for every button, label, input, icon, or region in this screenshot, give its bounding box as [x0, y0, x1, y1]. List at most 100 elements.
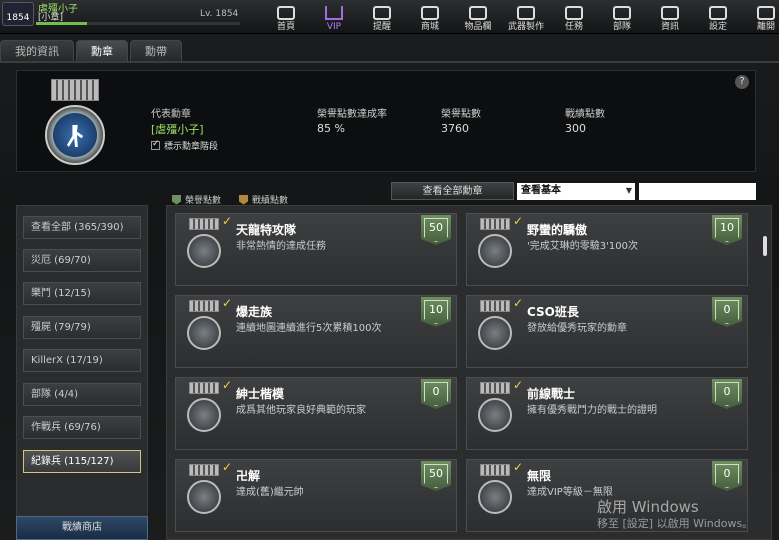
checkmark-icon: ✓ [513, 214, 524, 228]
nav-clan[interactable]: 部隊 [598, 0, 646, 32]
nav-inventory-label: 物品欄 [464, 22, 492, 32]
medal-points: 50 [429, 221, 443, 234]
game-window: 1854 虐殭小子 [小章] Lv. 1854 首頁 VIP 提醒 商城 物品欄… [0, 0, 779, 540]
points-shield-icon: 0 [421, 379, 451, 409]
nav-inventory[interactable]: 物品欄 [454, 0, 502, 32]
nav-exit[interactable]: 離開 [742, 0, 779, 32]
medal-points: 0 [723, 385, 731, 398]
nav-clan-label: 部隊 [612, 22, 631, 32]
checkmark-icon: ✓ [513, 460, 524, 474]
battle-value: 300 [565, 122, 586, 135]
level-badge-icon: 1854 [2, 2, 34, 26]
medal-card[interactable]: ✓ CSO班長 發放給優秀玩家的勳章 0 [466, 295, 748, 368]
help-icon[interactable]: ? [735, 75, 749, 89]
rep-medal-name: [虐殭小子] [151, 123, 204, 136]
clan-icon [613, 6, 631, 20]
representative-medal-icon [45, 79, 105, 167]
medal-icon [184, 218, 224, 282]
honor-value: 3760 [441, 122, 469, 135]
rep-medal-label: 代表勳章 [151, 109, 191, 120]
medal-title: 卍解 [236, 469, 261, 483]
nav-mission[interactable]: 任務 [550, 0, 598, 32]
medal-title: 野蠻的驕傲 [527, 223, 588, 237]
medal-icon [184, 464, 224, 528]
medal-desc: 連續地圖連續進行5次累積100次 [236, 323, 382, 334]
top-bar: 1854 虐殭小子 [小章] Lv. 1854 首頁 VIP 提醒 商城 物品欄… [0, 0, 779, 34]
tab-bar: 我的資訊 勳章 勳帶 [0, 40, 184, 62]
view-filter-select[interactable]: 查看基本 ▼ [517, 183, 635, 200]
medal-card[interactable]: ✓ 爆走族連續地圖連續進行5次累積100次 10 [175, 295, 457, 368]
tab-medals[interactable]: 勳章 [76, 40, 128, 62]
category-disaster[interactable]: 災厄 (69/70) [23, 249, 141, 272]
nav-alert[interactable]: 提醒 [358, 0, 406, 32]
points-shield-icon: 0 [712, 297, 742, 327]
medal-desc: '完成艾琳的零驗3'100次 [527, 241, 638, 252]
nav-shop[interactable]: 商城 [406, 0, 454, 32]
list-scrollbar[interactable] [763, 236, 767, 256]
nav-exit-label: 離開 [756, 22, 775, 32]
nav-vip-label: VIP [326, 22, 342, 32]
view-all-medals-button[interactable]: 查看全部勳章 [391, 182, 514, 200]
medal-card[interactable]: ✓ 天龍特攻隊 非常熱情的達成任務 50 [175, 213, 457, 286]
nav-vip[interactable]: VIP [310, 0, 358, 32]
show-level-label: 標示勳章階段 [164, 142, 219, 152]
nav-settings[interactable]: 設定 [694, 0, 742, 32]
medal-card[interactable]: ✓ 前線戰士 擁有優秀戰鬥力的戰士的證明 0 [466, 377, 748, 450]
medal-points: 10 [429, 303, 443, 316]
tab-ribbons[interactable]: 勳帶 [130, 40, 182, 62]
player-level: Lv. 1854 [200, 9, 239, 19]
category-list: 查看全部 (365/390) 災厄 (69/70) 樂鬥 (12/15) 殭屍 … [16, 205, 148, 540]
tab-divider [0, 61, 779, 63]
search-input[interactable] [639, 183, 756, 200]
category-record[interactable]: 紀錄兵 (115/127) [23, 450, 141, 473]
checkmark-icon: ✓ [222, 296, 233, 310]
medal-title: 無限 [527, 469, 552, 483]
battle-label: 戰績點數 [565, 109, 605, 120]
medal-icon [475, 218, 515, 282]
chevron-down-icon: ▼ [625, 186, 632, 195]
medal-title: 紳士楷模 [236, 387, 285, 401]
exp-bar [36, 22, 240, 25]
medal-desc: 擁有優秀戰鬥力的戰士的證明 [527, 405, 657, 416]
nav-home[interactable]: 首頁 [262, 0, 310, 32]
windows-watermark-text: 移至 [設定] 以啟用 Windows。 [597, 517, 754, 530]
view-filter-value: 查看基本 [521, 185, 561, 196]
checkmark-icon: ✓ [222, 214, 233, 228]
tab-my-info[interactable]: 我的資訊 [0, 40, 74, 62]
medal-desc: 達成(舊)繼元帥 [236, 487, 304, 498]
checkmark-icon: ✓ [222, 378, 233, 392]
medal-card[interactable]: ✓ 紳士楷模 成爲其他玩家良好典範的玩家 0 [175, 377, 457, 450]
category-all[interactable]: 查看全部 (365/390) [23, 216, 141, 239]
inventory-icon [469, 6, 487, 20]
nav-alert-label: 提醒 [372, 22, 391, 32]
honor-shield-icon [172, 194, 181, 205]
medal-icon [184, 382, 224, 446]
category-zombie[interactable]: 殭屍 (79/79) [23, 316, 141, 339]
checkmark-icon: ✓ [222, 460, 233, 474]
medal-card[interactable]: ✓ 卍解達成(舊)繼元帥 50 [175, 459, 457, 532]
nav-info[interactable]: 資訊 [646, 0, 694, 32]
medal-icon [475, 300, 515, 364]
power-icon [757, 6, 775, 20]
nav-settings-label: 設定 [708, 22, 727, 32]
medal-title: 天龍特攻隊 [236, 223, 297, 237]
battle-shop-button[interactable]: 戰績商店 [16, 516, 148, 540]
show-level-checkbox[interactable]: 標示勳章階段 [151, 139, 218, 152]
category-killerx[interactable]: KillerX (17/19) [23, 349, 141, 372]
mission-icon [565, 6, 583, 20]
category-combat[interactable]: 作戰兵 (69/76) [23, 416, 141, 439]
medal-title: 爆走族 [236, 305, 273, 319]
checkmark-icon: ✓ [513, 378, 524, 392]
megaphone-icon [373, 6, 391, 20]
nav-craft[interactable]: 武器製作 [502, 0, 550, 32]
medal-card[interactable]: ✓ 野蠻的驕傲 '完成艾琳的零驗3'100次 10 [466, 213, 748, 286]
points-shield-icon: 0 [712, 461, 742, 491]
category-clan[interactable]: 部隊 (4/4) [23, 383, 141, 406]
nav-shop-label: 商城 [420, 22, 439, 32]
medal-points: 50 [429, 467, 443, 480]
points-shield-icon: 50 [421, 461, 451, 491]
medal-list: ✓ 天龍特攻隊 非常熱情的達成任務 50 ✓ 野蠻的驕傲 '完成艾琳的零驗3'100次 10 ✓… [166, 205, 772, 540]
category-fight[interactable]: 樂鬥 (12/15) [23, 282, 141, 305]
weapon-craft-icon [517, 6, 535, 20]
checkbox-icon [151, 139, 160, 150]
